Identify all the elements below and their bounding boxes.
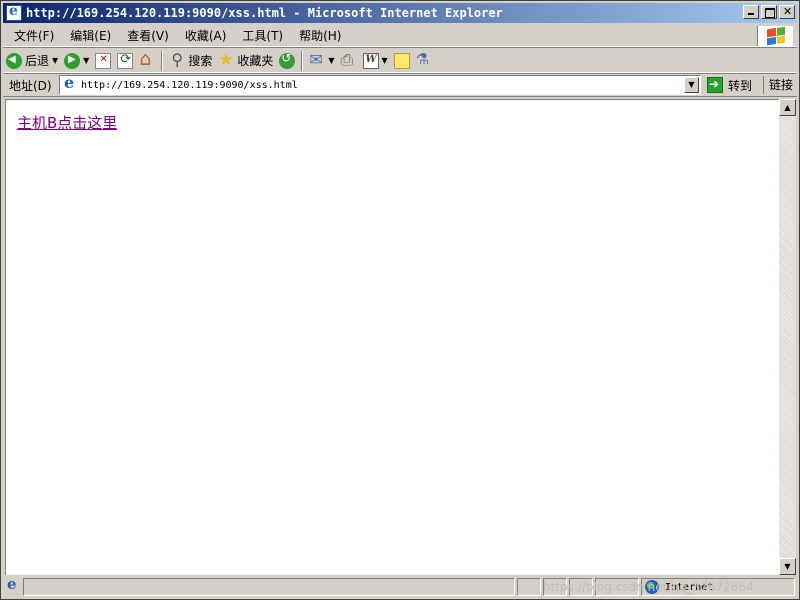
print-icon bbox=[341, 50, 357, 70]
ie-icon[interactable] bbox=[6, 3, 22, 21]
status-text-panel bbox=[23, 578, 515, 596]
back-label: 后退 bbox=[25, 54, 50, 68]
home-icon bbox=[139, 48, 155, 70]
address-bar: 地址(D) ▼ 转到 链接 bbox=[3, 73, 797, 97]
menu-help[interactable]: 帮助(H) bbox=[291, 27, 349, 45]
standard-toolbar: 后退 ▼ ▼ 搜索 收藏夹 ▼ bbox=[3, 48, 797, 73]
refresh-button[interactable] bbox=[114, 50, 136, 72]
edit-icon bbox=[362, 52, 379, 69]
menu-favorites[interactable]: 收藏(A) bbox=[177, 27, 235, 45]
search-icon bbox=[169, 50, 185, 69]
toolbar-separator bbox=[301, 50, 304, 71]
address-box[interactable]: ▼ bbox=[59, 73, 701, 95]
discuss-button[interactable] bbox=[391, 50, 413, 72]
go-arrow-icon bbox=[707, 77, 723, 93]
address-input[interactable] bbox=[81, 77, 681, 93]
title-bar[interactable]: http://169.254.120.119:9090/xss.html - M… bbox=[3, 3, 797, 23]
host-b-link[interactable]: 主机B点击这里 bbox=[17, 112, 117, 133]
forward-dropdown-icon[interactable]: ▼ bbox=[83, 56, 89, 65]
stop-button[interactable] bbox=[92, 50, 114, 72]
edit-dropdown-icon[interactable]: ▼ bbox=[382, 56, 388, 65]
address-dropdown-icon[interactable]: ▼ bbox=[684, 77, 699, 93]
research-button[interactable] bbox=[413, 50, 435, 72]
browser-window: http://169.254.120.119:9090/xss.html - M… bbox=[0, 0, 800, 600]
search-label: 搜索 bbox=[188, 54, 213, 68]
address-label: 地址(D) bbox=[9, 78, 52, 93]
go-button[interactable]: 转到 bbox=[707, 76, 752, 94]
print-button[interactable] bbox=[338, 50, 360, 72]
mail-icon bbox=[309, 50, 325, 69]
status-bar: Internet https://blog.csdn.net/qq_376728… bbox=[3, 575, 797, 597]
scroll-down-button[interactable]: ▼ bbox=[779, 558, 796, 575]
search-button[interactable]: 搜索 bbox=[166, 50, 215, 72]
menu-edit[interactable]: 编辑(E) bbox=[62, 27, 119, 45]
mail-dropdown-icon[interactable]: ▼ bbox=[328, 56, 334, 65]
menu-bar: 文件(F) 编辑(E) 查看(V) 收藏(A) 工具(T) 帮助(H) bbox=[3, 25, 797, 47]
favorites-label: 收藏夹 bbox=[237, 54, 274, 68]
vertical-scrollbar[interactable]: ▲ ▼ bbox=[779, 99, 796, 575]
edit-button[interactable]: ▼ bbox=[360, 50, 391, 72]
maximize-button[interactable] bbox=[761, 5, 777, 19]
menu-tools[interactable]: 工具(T) bbox=[234, 27, 291, 45]
menu-file[interactable]: 文件(F) bbox=[3, 27, 62, 45]
go-label: 转到 bbox=[728, 78, 753, 93]
research-icon bbox=[416, 50, 432, 69]
history-icon bbox=[279, 51, 296, 69]
home-button[interactable] bbox=[136, 48, 158, 72]
windows-flag-icon bbox=[766, 26, 785, 46]
mail-button[interactable]: ▼ bbox=[306, 50, 337, 72]
windows-logo bbox=[757, 26, 793, 46]
page-icon bbox=[62, 73, 78, 93]
star-icon bbox=[218, 50, 234, 70]
zone-label: Internet bbox=[665, 581, 714, 593]
close-button[interactable] bbox=[779, 5, 795, 19]
status-panel bbox=[595, 578, 639, 596]
page-content: 主机B点击这里 bbox=[5, 99, 779, 575]
scroll-up-button[interactable]: ▲ bbox=[779, 99, 796, 116]
history-button[interactable] bbox=[276, 50, 298, 72]
status-panel bbox=[517, 578, 541, 596]
refresh-icon bbox=[117, 52, 134, 69]
forward-arrow-icon bbox=[64, 52, 81, 69]
back-arrow-icon bbox=[6, 52, 22, 69]
status-panel bbox=[569, 578, 593, 596]
status-panel bbox=[543, 578, 567, 596]
status-page-icon bbox=[5, 575, 21, 595]
window-title: http://169.254.120.119:9090/xss.html - M… bbox=[26, 6, 503, 20]
forward-button[interactable]: ▼ bbox=[61, 50, 92, 72]
links-button[interactable]: 链接 bbox=[763, 76, 793, 94]
globe-icon bbox=[645, 580, 659, 594]
security-zone-panel[interactable]: Internet bbox=[641, 578, 795, 596]
favorites-button[interactable]: 收藏夹 bbox=[215, 50, 276, 72]
back-dropdown-icon[interactable]: ▼ bbox=[52, 56, 58, 65]
minimize-button[interactable] bbox=[743, 5, 759, 19]
toolbar-separator bbox=[161, 50, 164, 71]
menu-view[interactable]: 查看(V) bbox=[119, 27, 177, 45]
window-controls bbox=[741, 5, 795, 19]
note-icon bbox=[393, 52, 410, 69]
back-button[interactable]: 后退 ▼ bbox=[3, 50, 61, 72]
stop-icon bbox=[95, 52, 112, 69]
